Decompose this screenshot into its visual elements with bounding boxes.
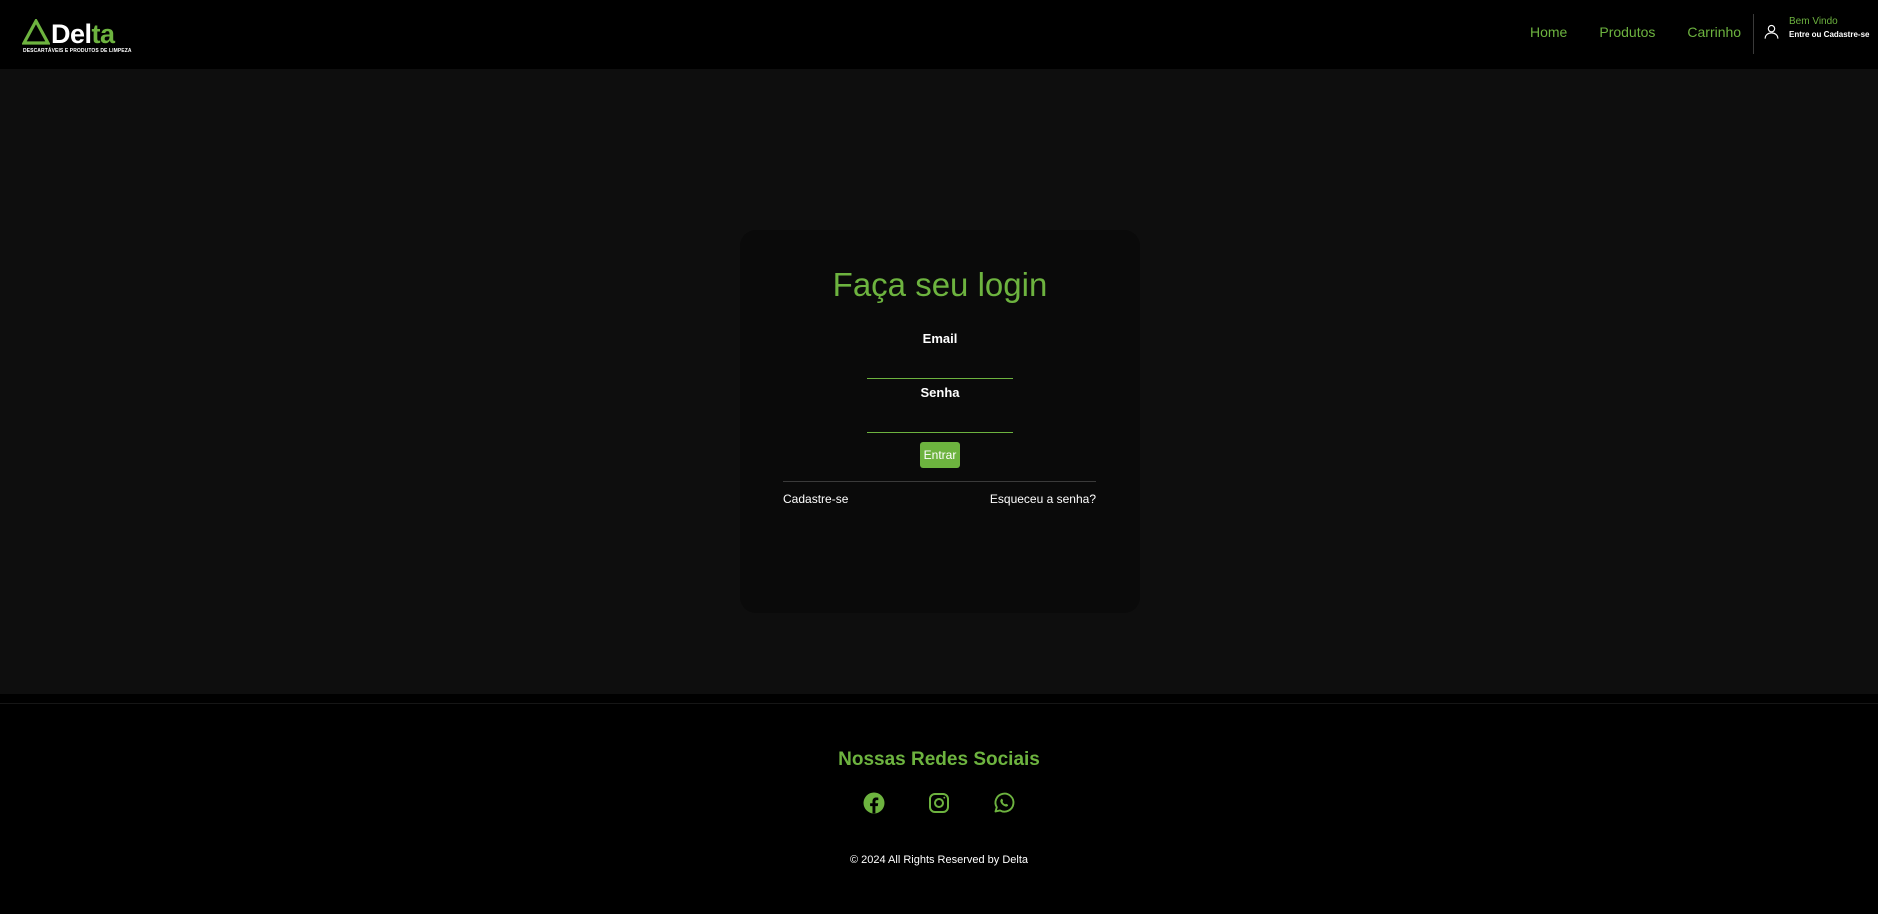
triangle-logo-icon (22, 19, 50, 45)
instagram-icon[interactable] (927, 791, 951, 815)
register-link[interactable]: Cadastre-se (783, 492, 848, 506)
brand-name-part1: Del (51, 19, 92, 49)
main-content: Faça seu login Email Senha Entrar Cadast… (0, 69, 1878, 694)
user-welcome: Bem Vindo (1789, 16, 1838, 27)
login-card: Faça seu login Email Senha Entrar Cadast… (740, 230, 1140, 613)
email-field[interactable] (867, 359, 1013, 379)
site-footer: Nossas Redes Sociais © 2024 All Rights R… (0, 694, 1878, 914)
nav-home[interactable]: Home (1530, 24, 1567, 40)
password-label: Senha (920, 385, 960, 400)
nav-produtos[interactable]: Produtos (1599, 24, 1655, 40)
whatsapp-icon[interactable] (992, 791, 1016, 815)
forgot-password-link[interactable]: Esqueceu a senha? (990, 492, 1096, 506)
footer-divider (0, 703, 1878, 704)
brand-logo[interactable]: Delta DESCARTÁVEIS E PRODUTOS DE LIMPEZA (22, 19, 132, 55)
login-submit-button[interactable]: Entrar (920, 442, 960, 468)
nav-divider (1753, 14, 1754, 54)
password-field[interactable] (867, 413, 1013, 433)
email-label: Email (922, 331, 958, 346)
brand-tagline: DESCARTÁVEIS E PRODUTOS DE LIMPEZA (23, 48, 132, 54)
user-login-link[interactable]: Entre ou Cadastre-se (1789, 30, 1869, 39)
card-divider (783, 481, 1096, 482)
brand-name: Delta (51, 21, 115, 48)
main-nav: Home Produtos Carrinho (1530, 24, 1741, 40)
footer-title: Nossas Redes Sociais (838, 749, 1040, 770)
brand-name-part2: ta (91, 19, 116, 49)
site-header: Delta DESCARTÁVEIS E PRODUTOS DE LIMPEZA… (0, 0, 1878, 69)
nav-carrinho[interactable]: Carrinho (1687, 24, 1741, 40)
user-icon (1764, 24, 1779, 39)
copyright-text: © 2024 All Rights Reserved by Delta (849, 854, 1029, 866)
facebook-icon[interactable] (862, 791, 886, 815)
login-title: Faça seu login (832, 266, 1048, 303)
user-account[interactable]: Bem Vindo Entre ou Cadastre-se (1763, 16, 1873, 46)
